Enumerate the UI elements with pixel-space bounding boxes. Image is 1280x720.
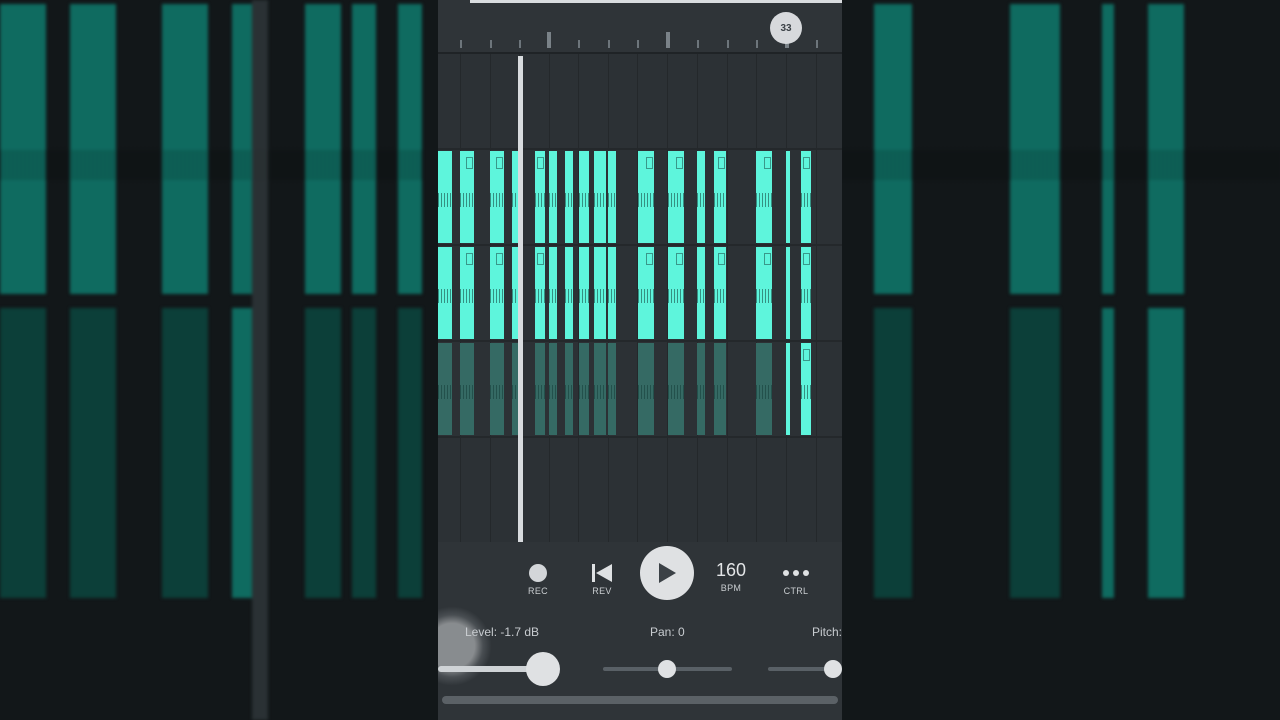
audio-clip[interactable]	[490, 247, 504, 339]
audio-clip[interactable]	[697, 343, 705, 435]
audio-clip[interactable]	[801, 343, 811, 435]
audio-clip[interactable]	[565, 151, 573, 243]
audio-clip[interactable]	[638, 151, 654, 243]
pitch-slider-knob[interactable]	[824, 660, 842, 678]
audio-clip[interactable]	[714, 247, 726, 339]
audio-clip[interactable]	[668, 151, 684, 243]
rec-button[interactable]: REC	[524, 562, 552, 596]
track-row	[438, 247, 842, 339]
background-right-blur	[842, 0, 1280, 720]
audio-clip[interactable]	[697, 247, 705, 339]
audio-clip[interactable]	[608, 151, 616, 243]
track-row	[438, 151, 842, 243]
playhead[interactable]	[518, 56, 523, 542]
audio-clip[interactable]	[594, 343, 606, 435]
audio-clip[interactable]	[714, 343, 726, 435]
audio-clip[interactable]	[714, 151, 726, 243]
play-icon	[659, 563, 676, 583]
audio-clip[interactable]	[579, 151, 589, 243]
track-row	[438, 343, 842, 435]
audio-clip[interactable]	[535, 343, 545, 435]
audio-clip[interactable]	[697, 151, 705, 243]
audio-clip[interactable]	[638, 343, 654, 435]
audio-clip[interactable]	[756, 151, 772, 243]
bar-marker[interactable]: 33	[770, 12, 802, 44]
audio-clip[interactable]	[490, 343, 504, 435]
audio-clip[interactable]	[786, 247, 790, 339]
rev-label: REV	[592, 586, 612, 596]
level-label: Level: -1.7 dB	[465, 625, 540, 639]
audio-clip[interactable]	[438, 151, 452, 243]
audio-clip[interactable]	[801, 247, 811, 339]
audio-clip[interactable]	[565, 343, 573, 435]
bpm-value: 160	[715, 560, 747, 580]
top-scroll-indicator	[470, 0, 842, 3]
audio-clip[interactable]	[756, 343, 772, 435]
audio-clip[interactable]	[579, 247, 589, 339]
rec-label: REC	[528, 586, 548, 596]
audio-clip[interactable]	[638, 247, 654, 339]
audio-clip[interactable]	[786, 343, 790, 435]
audio-clip[interactable]	[594, 151, 606, 243]
audio-clip[interactable]	[438, 247, 452, 339]
audio-clip[interactable]	[490, 151, 504, 243]
more-icon	[783, 562, 809, 584]
timeline-ruler[interactable]: 33	[438, 0, 842, 54]
audio-clip[interactable]	[801, 151, 811, 243]
audio-clip[interactable]	[608, 343, 616, 435]
audio-clip[interactable]	[668, 247, 684, 339]
audio-clip[interactable]	[549, 151, 557, 243]
audio-clip[interactable]	[668, 343, 684, 435]
audio-clip[interactable]	[549, 343, 557, 435]
touch-indicator	[438, 606, 492, 686]
ctrl-label: CTRL	[783, 586, 809, 596]
audio-clip[interactable]	[460, 343, 474, 435]
audio-clip[interactable]	[786, 151, 790, 243]
rev-button[interactable]: REV	[588, 562, 616, 596]
pan-label: Pan: 0	[650, 625, 685, 639]
audio-clip[interactable]	[535, 151, 545, 243]
audio-clip[interactable]	[535, 247, 545, 339]
rewind-icon	[590, 562, 614, 584]
audio-clip[interactable]	[756, 247, 772, 339]
audio-clip[interactable]	[579, 343, 589, 435]
audio-clip[interactable]	[460, 247, 474, 339]
transport-panel: REC REV 160 BPM CTRL Level: -1.7 dB Pan:…	[438, 542, 842, 720]
arrangement-grid[interactable]	[438, 54, 842, 542]
record-icon	[529, 564, 547, 582]
play-button[interactable]	[640, 546, 694, 600]
pan-slider-knob[interactable]	[658, 660, 676, 678]
daw-screen: 33 REC REV 160 BPM CTRL Level: -1.7 dB P…	[438, 0, 842, 720]
bpm-control[interactable]: 160 BPM	[710, 560, 752, 593]
audio-clip[interactable]	[608, 247, 616, 339]
bpm-label: BPM	[720, 583, 742, 593]
pitch-label: Pitch:	[812, 625, 842, 639]
level-slider-knob[interactable]	[526, 652, 560, 686]
audio-clip[interactable]	[594, 247, 606, 339]
audio-clip[interactable]	[460, 151, 474, 243]
audio-clip[interactable]	[438, 343, 452, 435]
audio-clip[interactable]	[565, 247, 573, 339]
background-left-blur	[0, 0, 422, 720]
audio-clip[interactable]	[549, 247, 557, 339]
horizontal-scrollbar[interactable]	[442, 696, 838, 704]
ctrl-button[interactable]: CTRL	[778, 562, 814, 596]
